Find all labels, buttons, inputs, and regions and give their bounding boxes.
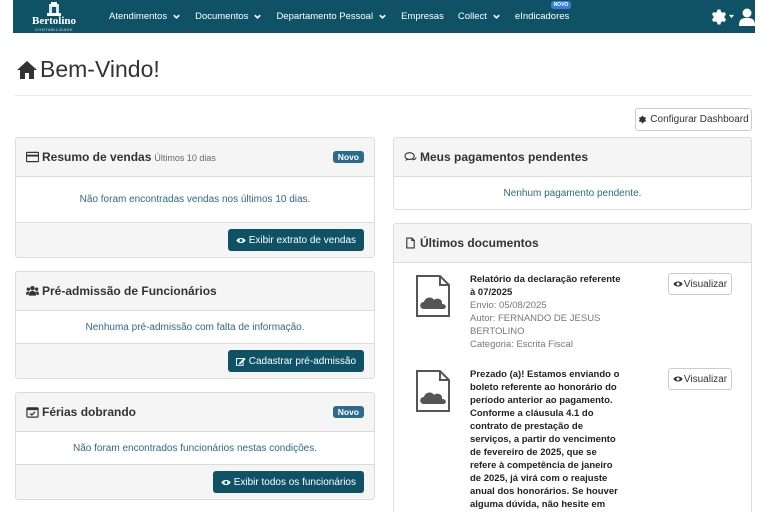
configure-dashboard-button[interactable]: Configurar Dashboard (635, 108, 752, 131)
document-item: Prezado (a)! Estamos enviando o boleto r… (394, 358, 751, 512)
eye-icon (673, 376, 683, 382)
nav-label: eIndicadores (514, 11, 570, 22)
nav-documentos[interactable]: Documentos (195, 11, 262, 22)
pending-payments-panel: Meus pagamentos pendentes Nenhum pagamen… (393, 137, 752, 210)
eye-icon (673, 281, 683, 287)
chevron-down-icon (493, 14, 500, 19)
view-sales-statement-button[interactable]: Exibir extrato de vendas (227, 229, 364, 251)
chevron-down-icon (254, 14, 262, 19)
credit-card-icon (26, 151, 39, 163)
logo-emblem-icon (47, 1, 61, 16)
chevron-down-icon (379, 14, 386, 19)
document-author: Autor: FERNANDO DE JESUS BERTOLINO (470, 313, 601, 337)
home-icon (17, 60, 37, 79)
nav-atendimentos[interactable]: Atendimentos (109, 11, 181, 22)
document-details: Prezado (a)! Estamos enviando o boleto r… (470, 368, 622, 512)
panel-header: Meus pagamentos pendentes (394, 138, 751, 177)
edit-icon (235, 357, 246, 366)
nav-label: Departamento Pessoal (276, 11, 374, 22)
panel-message: Não foram encontrados funcionários nesta… (16, 432, 374, 465)
panel-footer: Cadastrar pré-admissão (16, 344, 374, 378)
logo-name: Bertolino (32, 14, 76, 27)
user-icon[interactable] (739, 8, 755, 26)
empty-message: Não foram encontradas vendas nos últimos… (79, 194, 311, 205)
gear-icon (639, 115, 647, 124)
register-pre-admission-button[interactable]: Cadastrar pré-admissão (227, 350, 364, 372)
empty-message: Nenhum pagamento pendente. (503, 188, 642, 199)
document-details: Relatório da declaração referente à 07/2… (470, 273, 622, 351)
cloud-document-icon (416, 370, 450, 412)
double-vacation-panel: Férias dobrando Novo Não foram encontrad… (15, 392, 375, 500)
nav-collect[interactable]: Collect (458, 11, 501, 22)
panel-header: Pré-admissão de Funcionários (16, 272, 374, 311)
chevron-down-icon (173, 14, 180, 19)
sales-summary-panel: Resumo de vendas Últimos 10 dias Novo Nã… (15, 137, 375, 258)
button-label: Cadastrar pré-admissão (248, 355, 356, 367)
calendar-check-icon (26, 407, 39, 418)
nav-empresas[interactable]: Empresas (401, 11, 444, 22)
company-logo[interactable]: Bertolino CONTABILIDADE (23, 0, 85, 33)
panel-footer: Exibir todos os funcionários (16, 465, 374, 499)
panel-title: Meus pagamentos pendentes (420, 150, 589, 164)
document-title[interactable]: Prezado (a)! Estamos enviando o boleto r… (470, 368, 622, 512)
page-title: Bem-Vindo! (16, 56, 160, 83)
document-category: Categoria: Escrita Fiscal (470, 339, 573, 350)
document-title[interactable]: Relatório da declaração referente à 07/2… (470, 273, 622, 299)
document-sent-date: Envio: 05/08/2025 (470, 300, 547, 311)
nav-eindicadores[interactable]: eIndicadores NOVO (514, 1, 572, 22)
divider (15, 95, 752, 96)
latest-documents-panel: Últimos documentos Relatório da declaraç… (393, 223, 752, 512)
new-badge: Novo (332, 406, 364, 418)
button-label: Visualizar (683, 278, 728, 290)
panel-message: Nenhum pagamento pendente. (394, 177, 751, 209)
nav-label: Atendimentos (109, 11, 168, 22)
page-heading: Bem-Vindo! (40, 56, 160, 82)
top-navbar: Bertolino CONTABILIDADE Atendimentos Doc… (13, 0, 755, 33)
eye-icon (221, 479, 231, 485)
button-label: Configurar Dashboard (650, 114, 749, 125)
panel-message: Nenhuma pré-admissão com falta de inform… (16, 311, 374, 344)
gear-icon[interactable] (710, 8, 728, 26)
nav-label: Empresas (401, 11, 444, 22)
new-badge: NOVO (550, 1, 572, 9)
panel-footer: Exibir extrato de vendas (16, 223, 374, 257)
view-document-button[interactable]: Visualizar (668, 368, 732, 390)
caret-down-icon[interactable] (729, 14, 734, 19)
nav-label: Collect (457, 11, 487, 22)
view-document-button[interactable]: Visualizar (668, 273, 732, 295)
panel-subtitle: Últimos 10 dias (154, 153, 216, 163)
view-all-employees-button[interactable]: Exibir todos os funcionários (212, 471, 364, 493)
document-item: Relatório da declaração referente à 07/2… (394, 263, 751, 358)
panel-title: Pré-admissão de Funcionários (42, 284, 217, 298)
comments-icon (404, 152, 417, 162)
button-label: Exibir extrato de vendas (248, 234, 356, 246)
nav-label: Documentos (195, 11, 249, 22)
panel-header: Últimos documentos (394, 224, 751, 263)
panel-message: Não foram encontradas vendas nos últimos… (16, 177, 374, 223)
users-icon (26, 285, 39, 296)
cloud-document-icon (416, 275, 450, 317)
panel-header: Férias dobrando Novo (16, 393, 374, 432)
nav-departamento-pessoal[interactable]: Departamento Pessoal (276, 11, 387, 22)
empty-message: Não foram encontrados funcionários nesta… (72, 442, 318, 454)
file-icon (406, 237, 415, 249)
empty-message: Nenhuma pré-admissão com falta de inform… (85, 321, 305, 333)
button-label: Exibir todos os funcionários (233, 476, 356, 488)
panel-title: Últimos documentos (420, 236, 539, 250)
eye-icon (236, 237, 246, 243)
panel-title: Férias dobrando (42, 405, 137, 419)
logo-subtitle: CONTABILIDADE (34, 26, 74, 32)
panel-header: Resumo de vendas Últimos 10 dias Novo (16, 138, 374, 177)
panel-title: Resumo de vendas (42, 150, 152, 164)
button-label: Visualizar (683, 373, 728, 385)
pre-admission-panel: Pré-admissão de Funcionários Nenhuma pré… (15, 271, 375, 379)
new-badge: Novo (332, 151, 364, 163)
